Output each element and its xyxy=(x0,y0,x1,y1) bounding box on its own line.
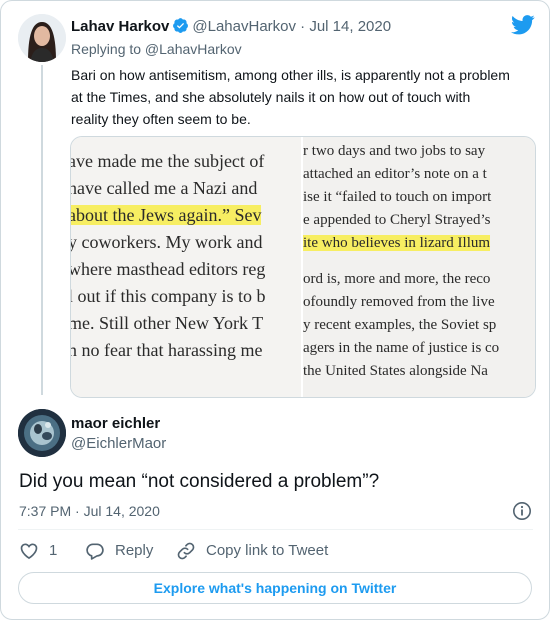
like-button[interactable]: 1 xyxy=(19,541,57,561)
link-icon xyxy=(177,542,195,560)
twitter-logo-icon[interactable] xyxy=(511,15,535,40)
page-text-line: e appended to Cheryl Strayed’s xyxy=(303,212,491,228)
highlighted-text: ite who believes in lizard Illum xyxy=(303,235,491,251)
replying-to[interactable]: Replying to @LahavHarkov xyxy=(71,40,242,58)
reply-tweet-text: Did you mean “not considered a problem”? xyxy=(19,471,380,492)
page-text-line: where masthead editors reg xyxy=(71,259,266,279)
page-text-line: y coworkers. My work and xyxy=(71,232,263,252)
info-icon[interactable] xyxy=(512,501,532,526)
avatar[interactable] xyxy=(18,14,66,62)
avatar-image xyxy=(18,14,66,62)
tweet-date: Jul 14, 2020 xyxy=(83,503,160,519)
page-text-line: have called me a Nazi and xyxy=(71,178,258,198)
original-tweet-text: Bari on how antisemitism, among other il… xyxy=(71,67,510,127)
separator-dot: · xyxy=(75,503,80,519)
tweet-time: 7:37 PM xyxy=(19,503,72,519)
page-text-line: ord is, more and more, the reco xyxy=(303,271,491,287)
embedded-tweet-card: Lahav Harkov @LahavHarkov · Jul 14, 2020 … xyxy=(0,0,550,620)
page-text-line: l out if this company is to b xyxy=(71,286,266,306)
avatar-image xyxy=(18,409,66,457)
page-text-line: y recent examples, the Soviet sp xyxy=(303,317,497,333)
verified-badge-icon xyxy=(173,18,189,33)
page-text-line: attached an editor’s note on a t xyxy=(303,166,487,182)
explore-twitter-button[interactable]: Explore what's happening on Twitter xyxy=(18,572,532,604)
author-handle[interactable]: @LahavHarkov xyxy=(192,18,296,35)
copy-link-button[interactable]: Copy link to Tweet xyxy=(176,541,328,561)
tweet-timestamp[interactable]: 7:37 PM · Jul 14, 2020 xyxy=(19,501,160,521)
page-text-line: ofoundly removed from the live xyxy=(303,294,495,310)
page-text-line: about the Jews again.” Sev xyxy=(71,205,262,226)
page-text-line: r two days and two jobs to say xyxy=(303,143,486,159)
media-image-right[interactable]: r two days and two jobs to say attached … xyxy=(303,137,535,397)
divider xyxy=(18,529,533,530)
reply-button[interactable]: Reply xyxy=(85,541,153,561)
avatar[interactable] xyxy=(18,409,66,457)
page-text-line: n no fear that harassing me xyxy=(71,340,263,360)
reply-author-handle[interactable]: @EichlerMaor xyxy=(71,434,166,454)
page-text-line: ave made me the subject of xyxy=(71,151,265,171)
reply-icon xyxy=(86,543,104,560)
tweet-media[interactable]: ave made me the subject of have called m… xyxy=(70,136,536,398)
heart-icon xyxy=(20,543,38,560)
original-tweet-header: Lahav Harkov @LahavHarkov · Jul 14, 2020 xyxy=(71,17,391,37)
like-count: 1 xyxy=(49,542,58,559)
author-name[interactable]: Lahav Harkov xyxy=(71,18,169,35)
reply-label: Reply xyxy=(115,542,154,559)
copy-link-label: Copy link to Tweet xyxy=(206,542,329,559)
media-image-left[interactable]: ave made me the subject of have called m… xyxy=(71,137,301,397)
tweet-date[interactable]: Jul 14, 2020 xyxy=(309,18,391,35)
page-text-line: me. Still other New York T xyxy=(71,313,264,333)
page-text-line: ite who believes in lizard Illum xyxy=(303,235,491,252)
reply-author-name[interactable]: maor eichler xyxy=(71,414,160,434)
page-text-line: agers in the name of justice is co xyxy=(303,340,500,356)
thread-connector-line xyxy=(41,65,43,395)
highlighted-text: about the Jews again.” Sev xyxy=(71,205,262,225)
page-text-line: the United States alongside Na xyxy=(303,363,488,379)
page-text-line: ise it “failed to touch on import xyxy=(303,189,492,205)
